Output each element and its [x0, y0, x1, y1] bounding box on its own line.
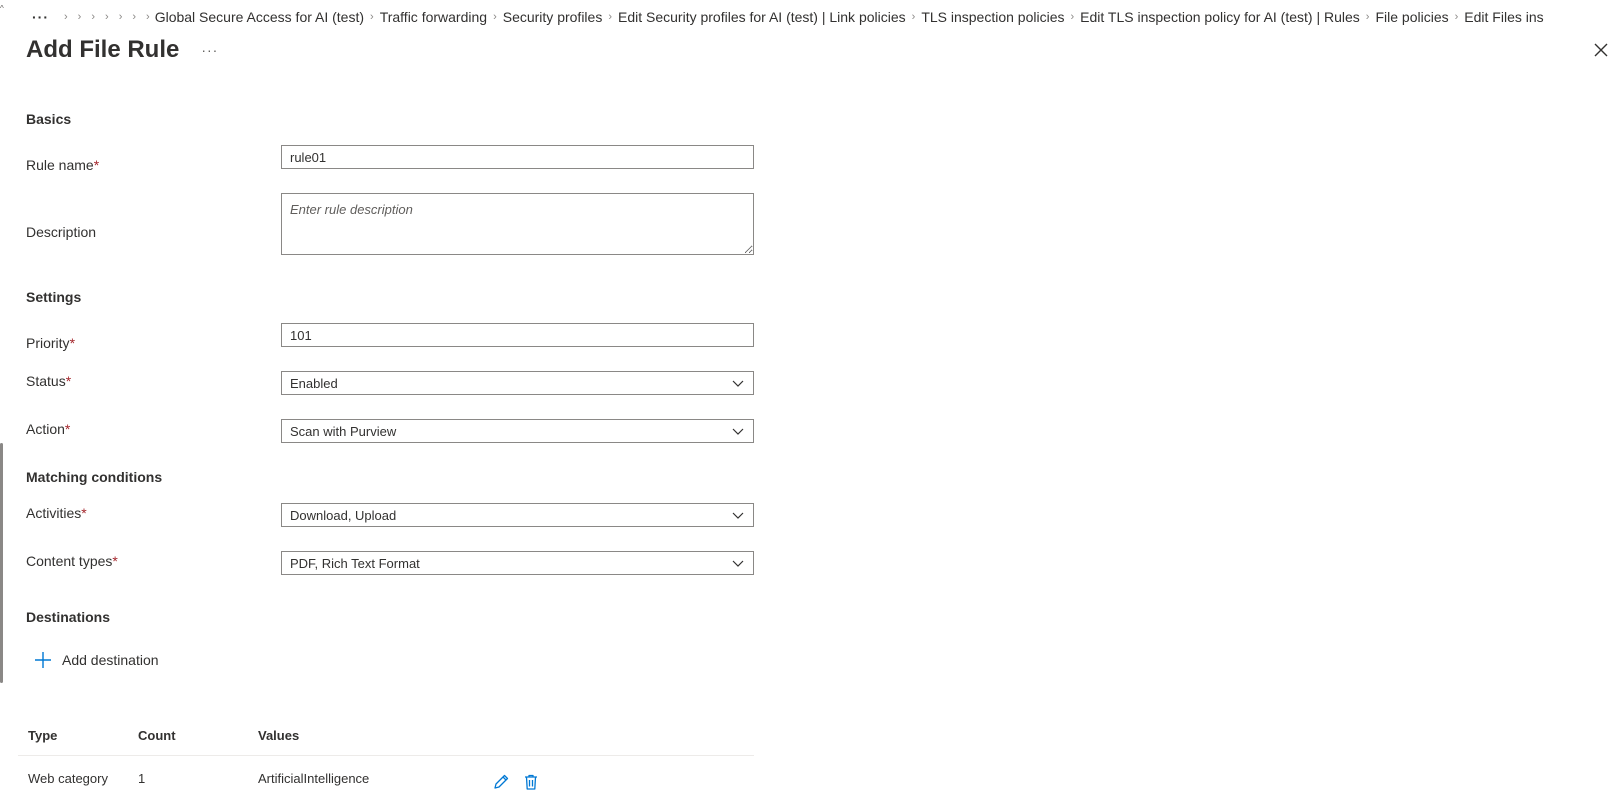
title-row: Add File Rule ···	[26, 36, 218, 64]
priority-label: Priority*	[26, 335, 75, 351]
chevron-right-icon: ›	[105, 11, 109, 23]
breadcrumb-overflow-icon[interactable]: ···	[32, 9, 49, 25]
action-selected-value: Scan with Purview	[290, 423, 397, 439]
cell-type: Web category	[28, 770, 108, 786]
more-options-button[interactable]: ···	[201, 42, 218, 58]
priority-label-text: Priority	[26, 335, 70, 351]
status-selected-value: Enabled	[290, 375, 338, 391]
rule-name-label: Rule name*	[26, 157, 99, 173]
rule-name-label-text: Rule name	[26, 157, 94, 173]
description-label: Description	[26, 224, 97, 240]
chevron-down-icon	[732, 512, 744, 519]
breadcrumb-item[interactable]: Edit Security profiles for AI (test) | L…	[618, 9, 906, 25]
status-dropdown[interactable]: Enabled	[281, 371, 754, 395]
breadcrumb-item[interactable]: Edit Files ins	[1464, 9, 1543, 25]
row-actions	[492, 765, 540, 791]
status-label-text: Status	[26, 373, 66, 389]
chevron-right-icon: ›	[1454, 11, 1459, 23]
activities-dropdown[interactable]: Download, Upload	[281, 503, 754, 527]
chevron-right-icon: ›	[370, 11, 374, 23]
table-header: Type Count Values	[18, 720, 754, 756]
section-destinations: Destinations	[26, 609, 111, 625]
chevron-right-icon: ›	[911, 11, 916, 23]
breadcrumb-item[interactable]: File policies	[1375, 9, 1448, 25]
edit-pencil-icon[interactable]	[492, 773, 510, 791]
content-types-selected-value: PDF, Rich Text Format	[290, 555, 420, 571]
content-types-label-text: Content types	[26, 553, 113, 569]
section-basics: Basics	[26, 111, 72, 127]
status-label: Status*	[26, 373, 71, 389]
plus-icon	[35, 652, 51, 668]
chevron-right-icon: ›	[1070, 11, 1075, 23]
cell-count: 1	[138, 770, 146, 786]
chevron-right-icon: ›	[91, 11, 96, 23]
delete-trash-icon[interactable]	[522, 773, 540, 791]
content-types-dropdown[interactable]: PDF, Rich Text Format	[281, 551, 754, 575]
side-scroll-indicator[interactable]	[0, 443, 3, 683]
required-marker: *	[112, 553, 118, 569]
section-matching-conditions: Matching conditions	[26, 469, 163, 485]
required-marker: *	[81, 505, 87, 521]
activities-label-text: Activities	[26, 505, 82, 521]
required-marker: *	[93, 157, 100, 173]
breadcrumb-item[interactable]: Edit TLS inspection policy for AI (test)…	[1080, 9, 1360, 25]
column-header-type: Type	[28, 728, 58, 743]
breadcrumb-item[interactable]: Traffic forwarding	[380, 9, 487, 25]
close-icon[interactable]	[1591, 40, 1611, 60]
chevron-down-icon	[732, 560, 744, 567]
section-settings: Settings	[26, 289, 82, 305]
description-textarea[interactable]	[281, 193, 754, 255]
chevron-right-icon: ›	[64, 11, 68, 23]
breadcrumb-item[interactable]: TLS inspection policies	[921, 9, 1064, 25]
action-label: Action*	[26, 421, 70, 437]
required-marker: *	[69, 335, 76, 351]
breadcrumb-item[interactable]: Security profiles	[503, 9, 603, 25]
column-header-count: Count	[138, 728, 176, 743]
required-marker: *	[65, 373, 72, 389]
breadcrumb-item[interactable]: Global Secure Access for AI (test)	[155, 9, 364, 25]
breadcrumb: ··· › › › › › › › Global Secure Access f…	[32, 6, 1624, 28]
chevron-right-icon: ›	[118, 11, 123, 23]
cell-values: ArtificialIntelligence	[258, 770, 370, 786]
activities-label: Activities*	[26, 505, 87, 521]
chevron-right-icon: ›	[493, 11, 497, 23]
chevron-down-icon	[732, 380, 744, 387]
chevron-right-icon: ›	[608, 11, 612, 23]
action-dropdown[interactable]: Scan with Purview	[281, 419, 754, 443]
chevron-right-icon: ›	[146, 11, 150, 23]
chevron-down-icon	[732, 428, 744, 435]
activities-selected-value: Download, Upload	[290, 507, 397, 523]
column-header-values: Values	[258, 728, 300, 743]
chevron-right-icon: ›	[1365, 11, 1370, 23]
chevron-right-icon: ›	[132, 11, 137, 23]
add-destination-button[interactable]: Add destination	[34, 651, 159, 669]
action-label-text: Action	[26, 421, 65, 437]
chevron-right-icon: ›	[77, 11, 82, 23]
add-destination-label: Add destination	[62, 652, 159, 668]
destinations-table: Type Count Values Web category 1 Artific…	[18, 720, 754, 799]
rule-name-input[interactable]	[281, 145, 754, 169]
content-types-label: Content types*	[26, 553, 118, 569]
required-marker: *	[64, 421, 71, 437]
priority-input[interactable]	[281, 323, 754, 347]
page-title: Add File Rule	[26, 36, 180, 63]
edge-caret-icon: ^	[0, 4, 4, 13]
table-row: Web category 1 ArtificialIntelligence	[18, 756, 754, 799]
